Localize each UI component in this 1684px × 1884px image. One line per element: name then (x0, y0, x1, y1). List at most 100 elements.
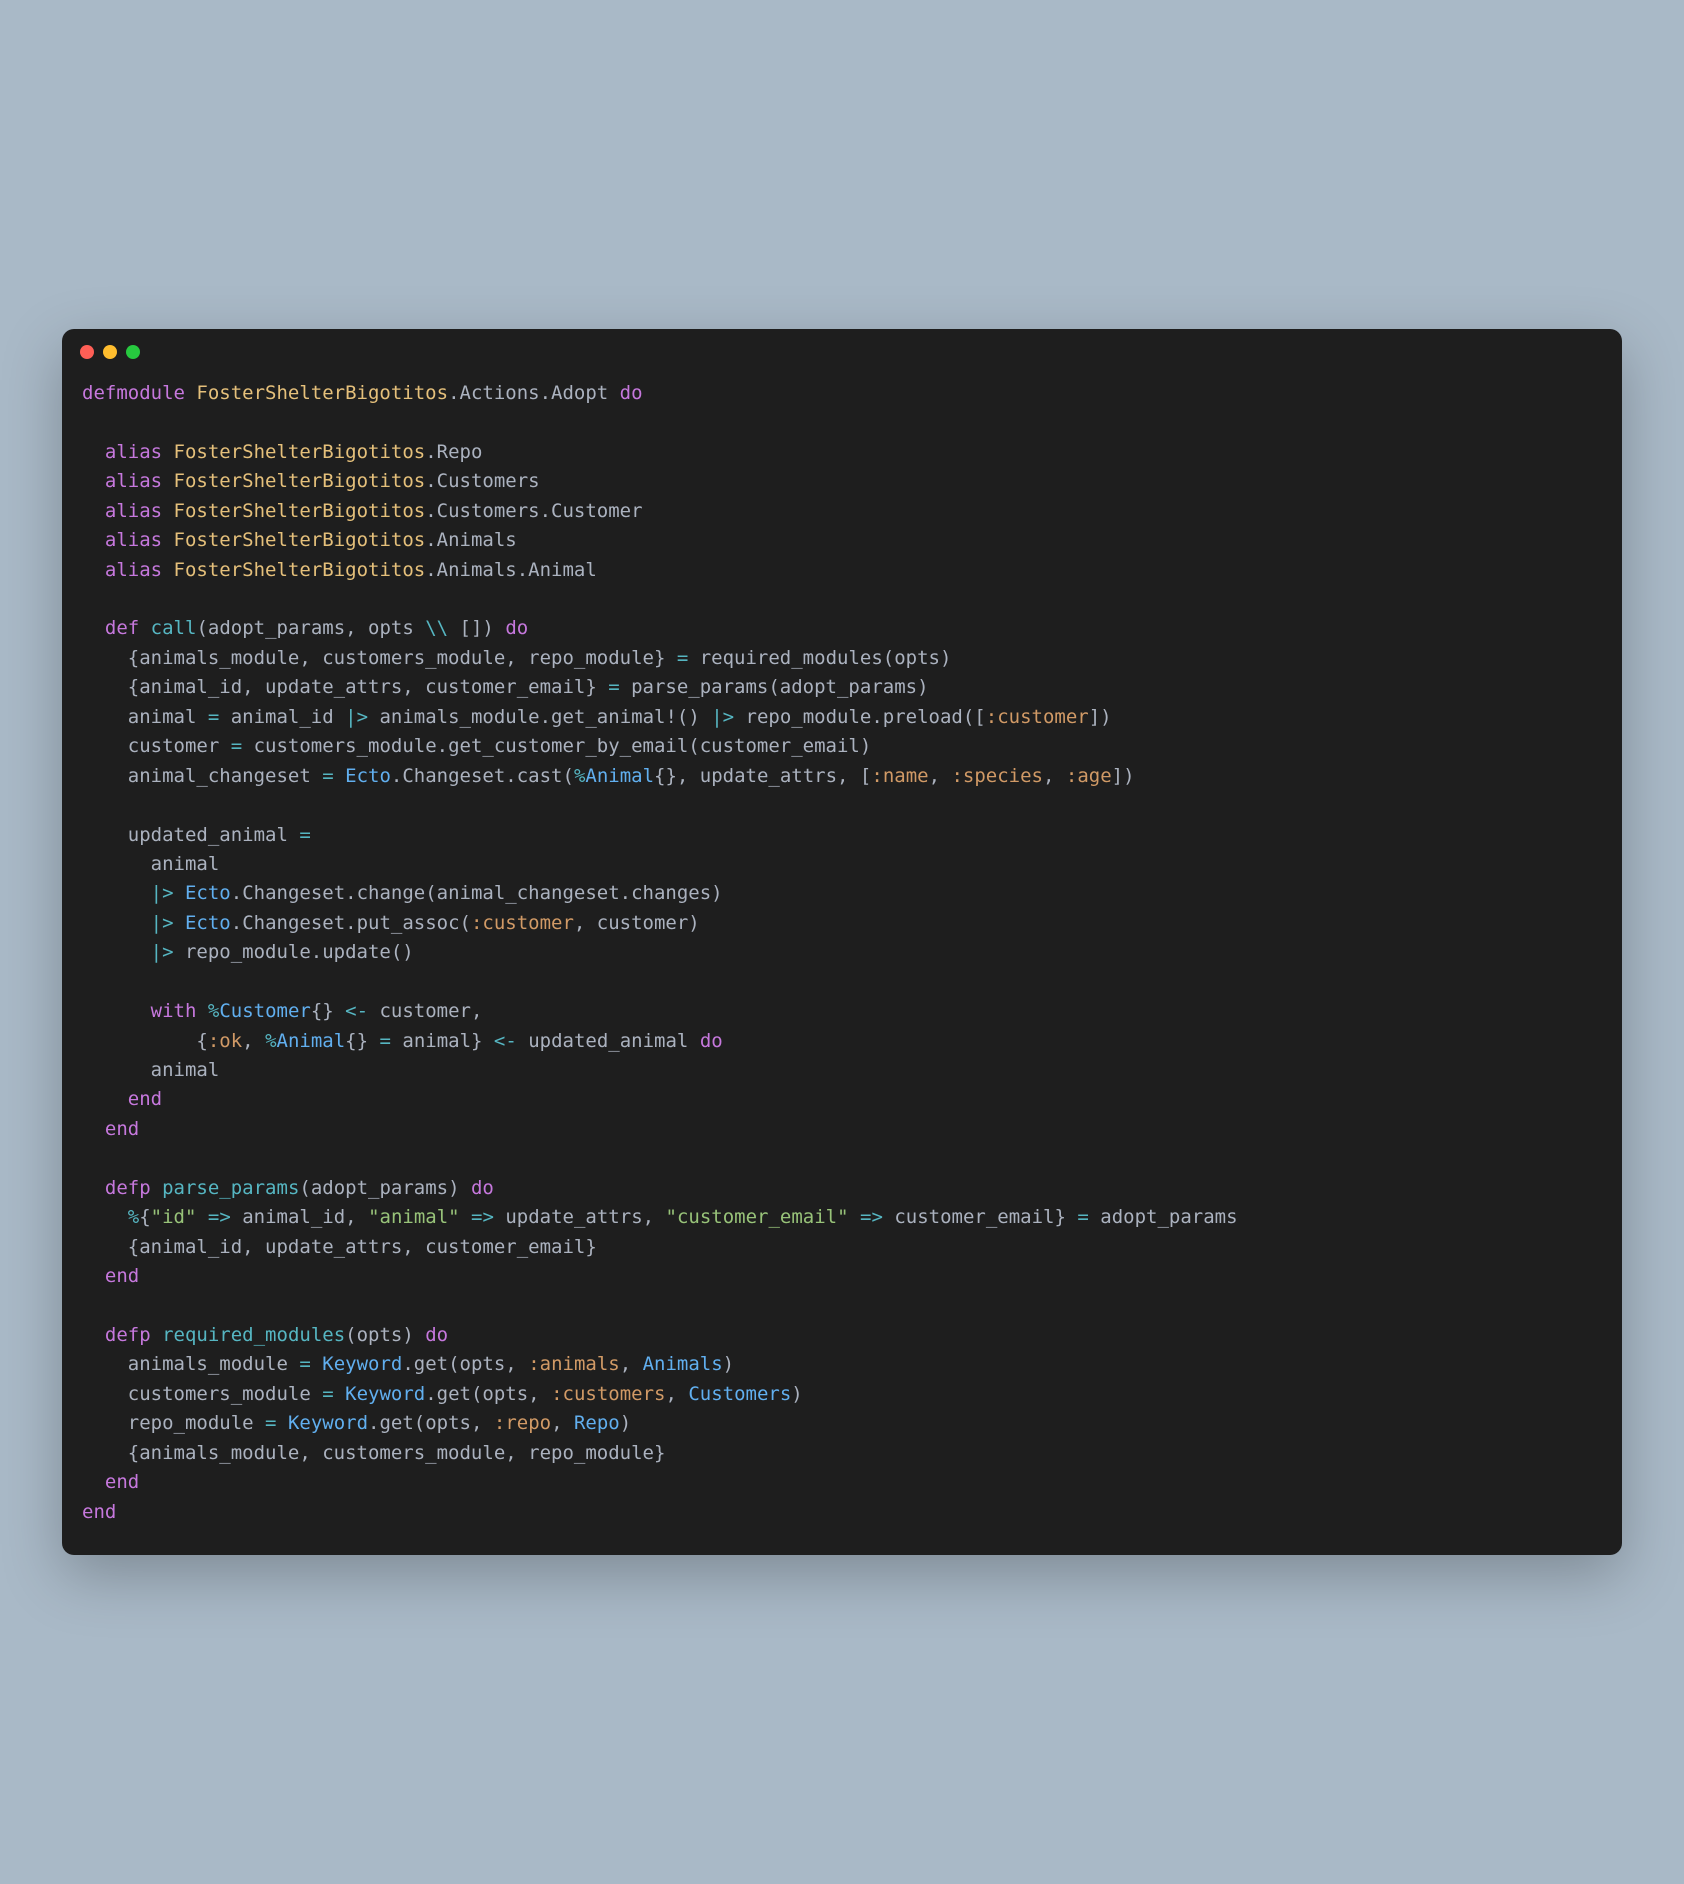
zoom-dot-icon[interactable] (126, 345, 140, 359)
code-token: {animal_id, update_attrs, customer_email… (82, 676, 608, 698)
code-token: , (551, 1412, 574, 1434)
code-token: {animals_module, customers_module, repo_… (82, 1442, 665, 1464)
code-token: alias (105, 441, 162, 463)
code-token: Keyword (345, 1383, 425, 1405)
code-token: :age (1066, 765, 1112, 787)
code-token: defp (105, 1177, 151, 1199)
code-token: % (265, 1030, 276, 1052)
code-token (185, 382, 196, 404)
code-token: do (700, 1030, 723, 1052)
code-token: do (425, 1324, 448, 1346)
code-token: repo_module.preload([ (734, 706, 986, 728)
code-token: defmodule (82, 382, 185, 404)
code-token: .Customers.Customer (425, 500, 642, 522)
code-token (82, 1118, 105, 1140)
code-token (82, 1088, 128, 1110)
code-token: .Changeset.change(animal_changeset.chang… (231, 882, 723, 904)
code-token: = (677, 647, 688, 669)
code-token: FosterShelterBigotitos (174, 441, 426, 463)
code-token: :repo (494, 1412, 551, 1434)
code-token: Keyword (288, 1412, 368, 1434)
window-titlebar (62, 329, 1622, 367)
code-token (162, 529, 173, 551)
code-token: => (471, 1206, 494, 1228)
code-token: repo_module.update() (174, 941, 414, 963)
code-token: .get(opts, (425, 1383, 551, 1405)
code-token: (adopt_params, opts (196, 617, 425, 639)
code-token: Ecto (345, 765, 391, 787)
code-token (82, 559, 105, 581)
code-token: animal (82, 706, 208, 728)
code-token: defp (105, 1324, 151, 1346)
code-token: update_attrs, (494, 1206, 666, 1228)
code-token: \\ (425, 617, 448, 639)
code-token: {} (345, 1030, 379, 1052)
code-token (82, 617, 105, 639)
code-token: {}, update_attrs, [ (654, 765, 871, 787)
code-token: animal} (391, 1030, 494, 1052)
code-token: customer_email} (883, 1206, 1077, 1228)
code-token: :customer (471, 912, 574, 934)
code-token: end (128, 1088, 162, 1110)
code-token: ]) (1089, 706, 1112, 728)
code-token: <- (345, 1000, 368, 1022)
code-token: {animal_id, update_attrs, customer_email… (82, 1236, 597, 1258)
code-token: .Animals (425, 529, 517, 551)
code-token (82, 500, 105, 522)
code-token: call (151, 617, 197, 639)
code-token (162, 500, 173, 522)
code-token: .Changeset.cast( (391, 765, 574, 787)
code-token: do (620, 382, 643, 404)
code-token: .Changeset.put_assoc( (231, 912, 471, 934)
code-token: animal (82, 1059, 219, 1081)
code-token (849, 1206, 860, 1228)
code-token: Ecto (185, 912, 231, 934)
code-token: (opts) (345, 1324, 425, 1346)
code-token: "id" (151, 1206, 197, 1228)
code-token: , (929, 765, 952, 787)
code-token (82, 1471, 105, 1493)
code-token: customer, (368, 1000, 482, 1022)
code-token: animal (82, 853, 219, 875)
code-token: = (231, 735, 242, 757)
code-token (82, 1177, 105, 1199)
code-token: ) (723, 1353, 734, 1375)
code-token: { (82, 1030, 208, 1052)
code-token: |> (151, 912, 174, 934)
code-token: customers_module (82, 1383, 322, 1405)
code-token: , (665, 1383, 688, 1405)
code-token: |> (151, 941, 174, 963)
code-token: = (322, 765, 333, 787)
code-token: (adopt_params) (299, 1177, 471, 1199)
code-token: Keyword (322, 1353, 402, 1375)
code-token: = (299, 824, 310, 846)
code-token: def (105, 617, 139, 639)
minimize-dot-icon[interactable] (103, 345, 117, 359)
code-token: = (379, 1030, 390, 1052)
code-token (162, 559, 173, 581)
code-token (174, 882, 185, 904)
code-token: "animal" (368, 1206, 460, 1228)
code-token (162, 441, 173, 463)
code-token: required_modules(opts) (688, 647, 951, 669)
code-token: animal_changeset (82, 765, 322, 787)
code-token: :animals (528, 1353, 620, 1375)
code-token: Customer (219, 1000, 311, 1022)
code-content: defmodule FosterShelterBigotitos .Actions… (62, 367, 1622, 1555)
code-token: animals_module (82, 1353, 299, 1375)
code-token: FosterShelterBigotitos (174, 500, 426, 522)
code-token: .get(opts, (402, 1353, 528, 1375)
code-token: => (860, 1206, 883, 1228)
code-token: customer (82, 735, 231, 757)
code-token: animal_id (219, 706, 345, 728)
code-token: .Animals.Animal (425, 559, 597, 581)
code-token: with (151, 1000, 197, 1022)
code-token: alias (105, 500, 162, 522)
close-dot-icon[interactable] (80, 345, 94, 359)
code-token: % (574, 765, 585, 787)
code-token: .Actions.Adopt (448, 382, 620, 404)
code-token (82, 1265, 105, 1287)
code-token (334, 765, 345, 787)
code-token: parse_params (162, 1177, 299, 1199)
code-token: Animals (643, 1353, 723, 1375)
